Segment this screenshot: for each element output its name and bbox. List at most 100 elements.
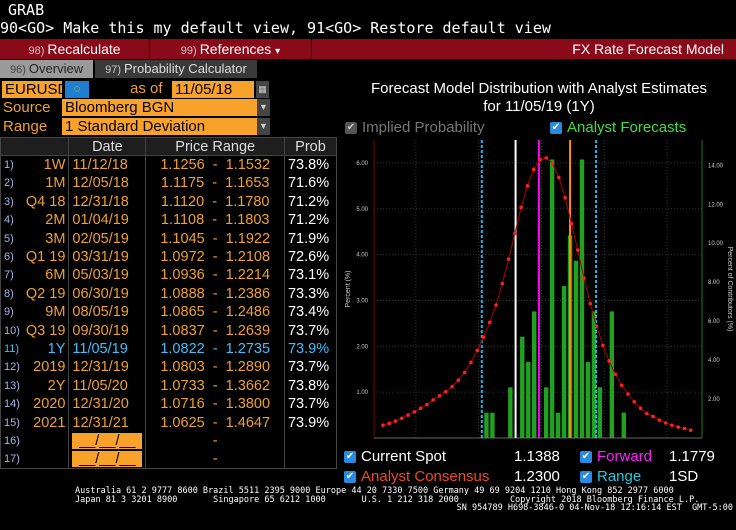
implied-probability-point [613,372,618,377]
table-row[interactable]: 13) 2Y 11/05/20 1.0733 - 1.3662 73.8% [1,376,337,395]
row-number[interactable]: 10) [1,321,23,339]
analyst-forecast-bar [573,260,579,438]
footer-line: SN 954789 H698-3846-0 04-Nov-18 12:16:14… [456,503,733,513]
row-number[interactable]: 16) [1,432,23,450]
analyst-forecast-bar [508,387,513,438]
date-cell[interactable]: __/__/__ [68,431,146,451]
range-low: 1.0972 [160,249,205,266]
table-row[interactable]: 17) __/__/__ - [1,450,337,469]
table-row[interactable]: 7) 6M 05/03/19 1.0936 - 1.2214 73.1% [1,266,337,285]
references-button[interactable]: 99) References ▾ [150,39,312,59]
legend-label: Range [597,468,642,485]
row-number[interactable]: 5) [1,229,23,247]
table-row[interactable]: 15) 2021 12/31/21 1.0625 - 1.4647 73.9% [1,413,337,432]
range-toggle[interactable]: ✔ Range [580,468,641,485]
probability: 73.8% [283,155,337,175]
date-cell: 09/30/19 [68,321,146,340]
date-cell: 01/04/19 [68,211,146,230]
table-row[interactable]: 4) 2M 01/04/19 1.1108 - 1.1803 71.2% [1,211,337,230]
current-spot-toggle[interactable]: ✔ Current Spot [344,448,446,465]
implied-probability-point [387,421,392,426]
table-row[interactable]: 12) 2019 12/31/19 1.0803 - 1.2890 73.7% [1,358,337,377]
toolbar: 98) Recalculate 99) References ▾ FX Rate F… [0,39,736,59]
analyst-forecasts-toggle[interactable]: ✔ Analyst Forecasts [550,119,686,136]
row-number[interactable]: 8) [1,285,23,303]
table-row[interactable]: 16) __/__/__ - [1,431,337,451]
price-range-cell: - [145,450,285,469]
chevron-down-icon[interactable]: ▼ [257,118,270,135]
column-header-date: Date [68,137,146,157]
date-cell: 08/05/19 [68,303,146,322]
analyst-consensus-toggle[interactable]: ✔ Analyst Consensus [344,468,489,485]
row-number[interactable]: 12) [1,358,23,376]
range-low: 1.0865 [160,304,205,321]
implied-probability-toggle[interactable]: ✔ Implied Probability [345,119,485,136]
row-number[interactable]: 17) [1,450,23,468]
date-cell[interactable]: __/__/__ [68,450,146,469]
table-row[interactable]: 14) 2020 12/31/20 1.0716 - 1.3800 73.7% [1,394,337,414]
implied-probability-point [651,414,655,419]
range-high: 1.3800 [225,396,271,413]
date-value: 09/30/19 [72,322,129,339]
table-row[interactable]: 5) 3M 02/05/19 1.1045 - 1.1922 71.9% [1,229,337,248]
chevron-down-icon[interactable]: ▼ [257,99,270,116]
checkbox-icon[interactable]: ✔ [550,122,562,135]
source-label: Source [3,99,51,116]
table-row[interactable]: 10) Q3 19 09/30/19 1.0837 - 1.2639 73.7% [1,321,337,340]
table-row[interactable]: 6) Q1 19 03/31/19 1.0972 - 1.2108 72.6% [1,247,337,267]
row-number[interactable]: 13) [1,377,23,395]
app-title: FX Rate Forecast Model [572,41,724,57]
row-number[interactable]: 9) [1,303,23,321]
currency-pair-field[interactable]: EURUSD [2,81,68,98]
checkbox-icon[interactable]: ✔ [345,122,357,135]
table-row[interactable]: 2) 1M 12/05/18 1.1175 - 1.1653 71.6% [1,174,337,193]
range-label: Range [3,118,48,135]
legend-label: Analyst Consensus [361,468,490,485]
table-row[interactable]: 1) 1W 11/12/18 1.1256 - 1.1532 73.8% [1,155,337,175]
term: 2021 [33,414,66,431]
row-number[interactable]: 1) [1,156,23,174]
date-value: 12/31/18 [72,193,129,210]
row-number[interactable]: 2) [1,174,23,192]
distribution-chart: 0.97181.07701.18221.28741.39261.002.003.… [345,140,733,439]
range-low: 1.1120 [160,193,205,210]
forward-value: 1.1779 [669,448,715,465]
row-number[interactable]: 15) [1,413,23,431]
row-number[interactable]: 11) [1,340,23,358]
table-row[interactable]: 11) 1Y 11/05/19 1.0822 - 1.2735 73.9% [1,339,337,359]
as-of-date-field[interactable]: 11/05/18 [172,81,254,98]
date-input[interactable]: __/__/__ [72,451,143,468]
calendar-icon[interactable]: ▦ [256,81,269,98]
range-dropdown[interactable]: 1 Standard Deviation [62,118,257,135]
table-row[interactable]: 3) Q4 18 12/31/18 1.1120 - 1.1780 71.2% [1,192,337,212]
forward-toggle[interactable]: ✔ Forward [580,448,652,465]
row-number[interactable]: 4) [1,211,23,229]
row-number[interactable]: 14) [1,395,23,413]
checkbox-icon[interactable]: ✔ [580,471,592,484]
tab-probability-calculator[interactable]: 97) Probability Calculator [95,60,257,78]
recalculate-button[interactable]: 98) Recalculate [0,39,150,59]
implied-probability-point [563,195,567,200]
command-line[interactable]: 90<GO> Make this my default view, 91<GO>… [0,19,551,37]
analyst-forecast-bar [609,311,615,438]
checkbox-icon[interactable]: ✔ [580,451,592,464]
date-input[interactable]: __/__/__ [72,432,143,449]
range-high: 1.2735 [225,340,271,357]
range-high: 1.1532 [225,157,271,174]
price-range-cell: 1.1175 - 1.1653 [145,174,285,193]
checkbox-icon[interactable]: ✔ [344,471,356,484]
row-number[interactable]: 3) [1,193,23,211]
implied-probability-point [657,418,662,422]
row-number[interactable]: 6) [1,248,23,266]
range-high: 1.2214 [225,267,271,284]
button-number: 99) [180,45,197,57]
y2-tick-label: 12.00 [708,202,724,208]
price-range-cell: 1.0837 - 1.2639 [145,321,285,340]
range-high: 1.1653 [225,175,270,192]
table-row[interactable]: 8) Q2 19 06/30/19 1.0888 - 1.2386 73.3% [1,284,337,304]
table-row[interactable]: 9) 9M 08/05/19 1.0865 - 1.2486 73.4% [1,303,337,322]
row-number[interactable]: 7) [1,266,23,284]
checkbox-icon[interactable]: ✔ [344,451,356,464]
tab-overview[interactable]: 96) Overview [0,60,94,78]
source-dropdown[interactable]: Bloomberg BGN [62,99,257,116]
